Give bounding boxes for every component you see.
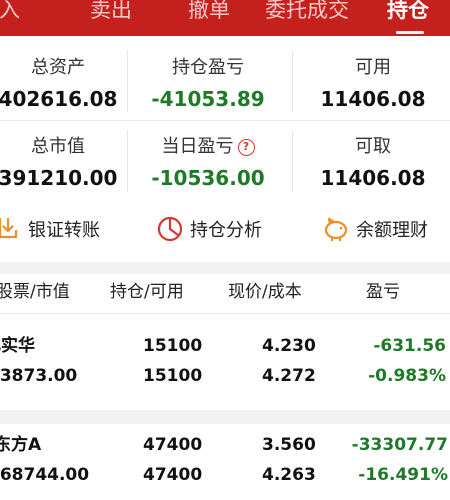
total-assets-value: 402616.08 <box>0 87 118 111</box>
position-qty: 47400 <box>143 435 203 455</box>
total-market-value-label: 总市值 <box>31 136 85 157</box>
tab-sell[interactable]: 卖出 <box>90 0 132 30</box>
available-cell: 可用 11406.08 <box>293 56 450 114</box>
withdrawable-cell: 可取 11406.08 <box>293 135 450 193</box>
total-market-value-cell: 总市值 391210.00 <box>0 135 138 193</box>
today-pnl-value: -10536.00 <box>151 166 265 190</box>
col-header-pnl[interactable]: 盈亏 <box>366 274 400 310</box>
position-pnl-label: 持仓盈亏 <box>172 57 244 78</box>
today-pnl-cell: 当日盈亏? -10536.00 <box>128 135 288 193</box>
balance-wealth-button[interactable]: 余额理财 <box>322 204 428 254</box>
cost-price: 4.263 <box>262 465 316 485</box>
current-price: 4.230 <box>262 336 316 356</box>
col-header-stock-value[interactable]: 股票/市值 <box>0 274 70 310</box>
help-icon[interactable]: ? <box>237 139 255 156</box>
withdrawable-value: 11406.08 <box>320 166 426 190</box>
col-header-price-cost[interactable]: 现价/成本 <box>228 274 302 310</box>
column-divider <box>127 50 128 112</box>
tab-orders-deals[interactable]: 委托成交 <box>265 0 349 30</box>
bank-transfer-button[interactable]: 银证转账 <box>0 204 100 254</box>
total-assets-cell: 总资产 402616.08 <box>0 56 138 114</box>
piggy-bank-icon <box>324 217 348 242</box>
transfer-icon <box>0 217 18 239</box>
pnl-percent: -0.983% <box>368 366 446 386</box>
position-qty: 15100 <box>143 336 203 356</box>
position-pnl-cell: 持仓盈亏 -41053.89 <box>128 56 288 114</box>
row-separator <box>0 410 450 424</box>
summary-divider <box>0 120 450 121</box>
holding-row[interactable]: 化实华 63873.00 15100 15100 4.230 4.272 -63… <box>0 326 450 410</box>
pnl-amount: -631.56 <box>373 336 446 356</box>
tab-buy[interactable]: 买入 <box>0 0 20 30</box>
today-pnl-label: 当日盈亏 <box>161 136 234 157</box>
position-analysis-button[interactable]: 持仓分析 <box>156 204 262 254</box>
position-pnl-value: -41053.89 <box>151 87 265 111</box>
today-pnl-label-row: 当日盈亏? <box>128 135 288 159</box>
account-summary: 总资产 402616.08 持仓盈亏 -41053.89 可用 11406.08… <box>0 36 450 194</box>
tab-cancel-order[interactable]: 撤单 <box>188 0 230 30</box>
holding-row[interactable]: 东方A 168744.00 47400 47400 3.560 4.263 -3… <box>0 424 450 500</box>
available-value: 11406.08 <box>320 87 426 111</box>
stock-name: 东方A <box>0 435 42 455</box>
section-gap <box>0 262 450 274</box>
balance-wealth-label: 余额理财 <box>356 220 428 241</box>
available-qty: 47400 <box>143 465 203 485</box>
bank-transfer-label: 银证转账 <box>28 220 100 241</box>
column-divider <box>292 130 293 192</box>
holdings-table-header: 股票/市值 持仓/可用 现价/成本 盈亏 <box>0 274 450 314</box>
available-qty: 15100 <box>143 366 203 386</box>
pnl-percent: -16.491% <box>358 465 448 485</box>
column-divider <box>292 50 293 112</box>
col-header-position-available[interactable]: 持仓/可用 <box>110 274 184 310</box>
pie-chart-icon <box>157 216 183 242</box>
position-analysis-label: 持仓分析 <box>190 220 262 241</box>
active-tab-indicator <box>396 31 424 34</box>
available-label: 可用 <box>355 57 391 78</box>
stock-market-value: 168744.00 <box>0 465 90 485</box>
total-market-value-value: 391210.00 <box>0 166 118 190</box>
stock-name: 化实华 <box>0 336 35 356</box>
cost-price: 4.272 <box>262 366 316 386</box>
current-price: 3.560 <box>262 435 316 455</box>
trade-tab-bar: 买入 卖出 撤单 委托成交 持仓 <box>0 0 450 36</box>
stock-market-value: 63873.00 <box>0 366 78 386</box>
total-assets-label: 总资产 <box>31 57 85 78</box>
withdrawable-label: 可取 <box>355 136 391 157</box>
action-row: 银证转账 持仓分析 余额理财 <box>0 204 450 254</box>
column-divider <box>127 130 128 192</box>
tab-positions[interactable]: 持仓 <box>387 0 429 30</box>
pnl-amount: -33307.77 <box>351 435 448 455</box>
